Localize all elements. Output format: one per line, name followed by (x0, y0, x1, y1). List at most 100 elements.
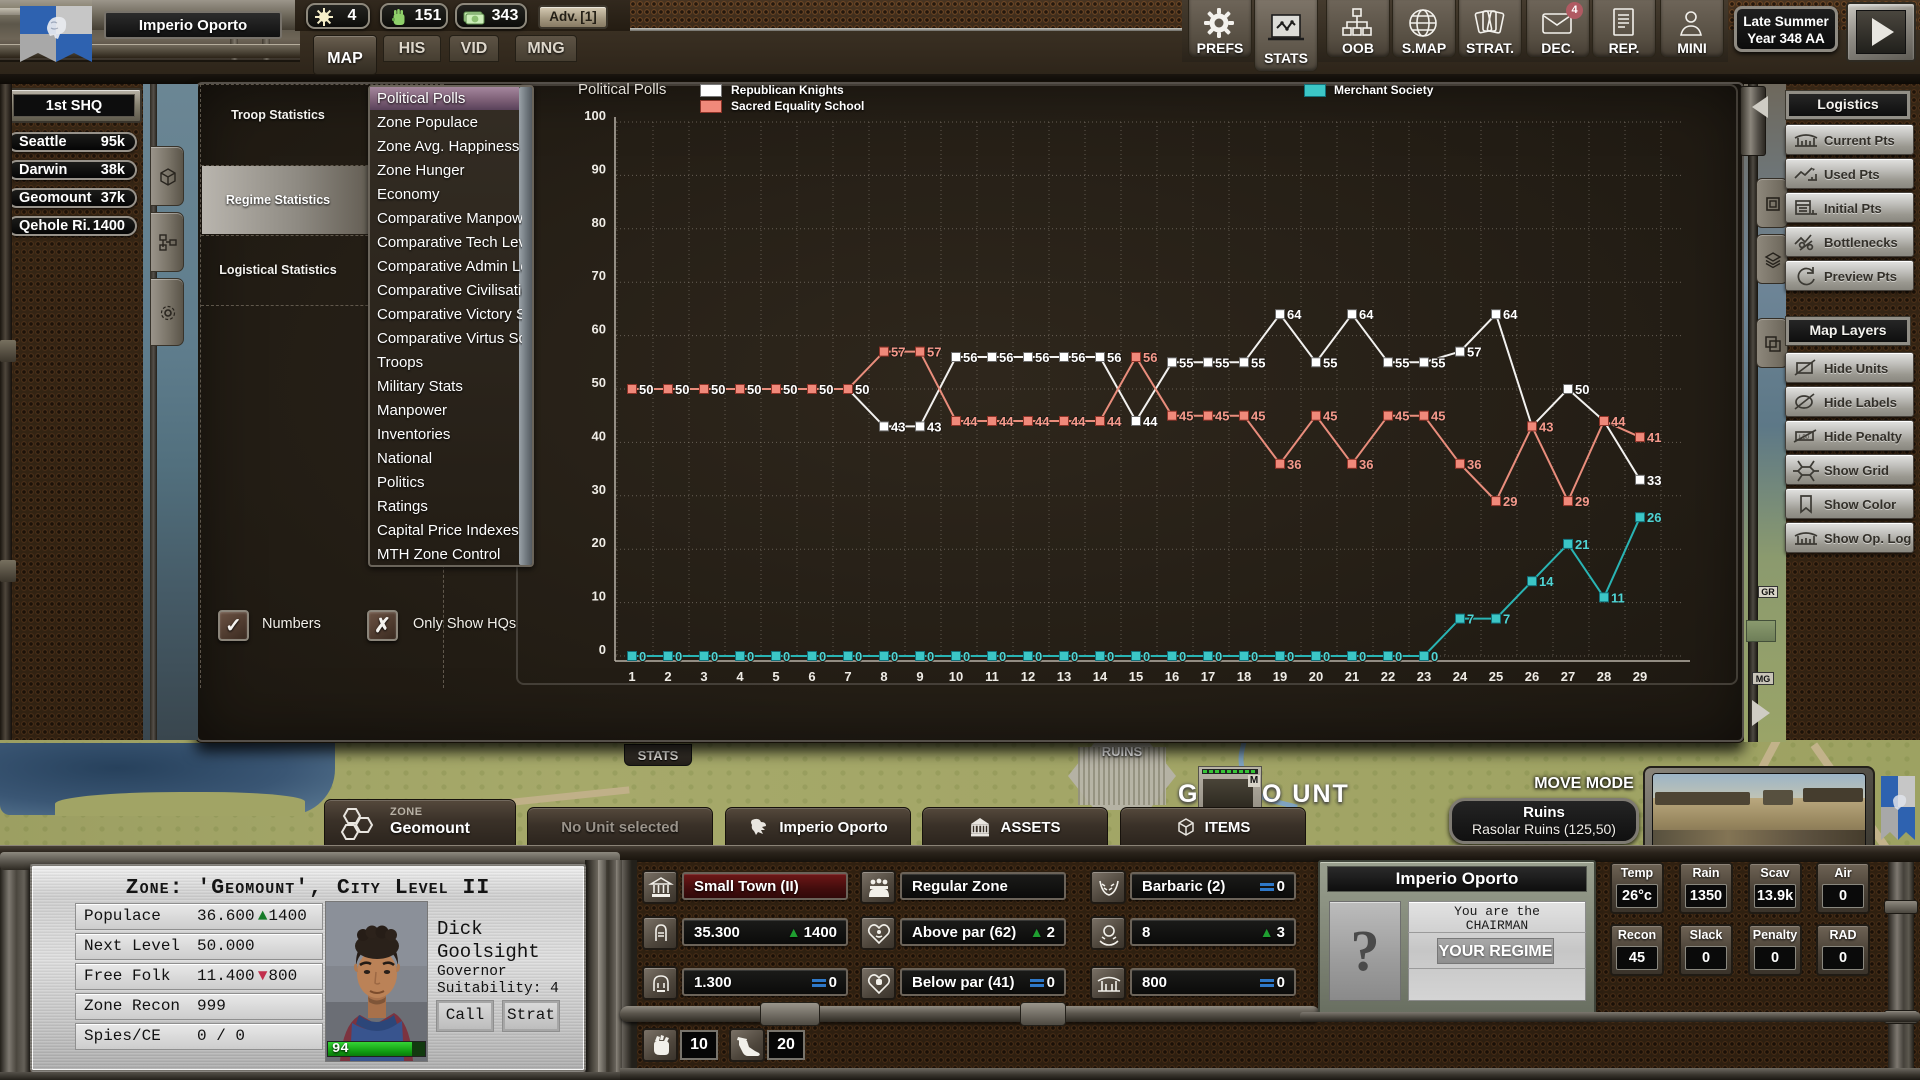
svg-text:20: 20 (1309, 669, 1323, 684)
svg-text:57: 57 (891, 345, 905, 360)
svg-text:43: 43 (1539, 419, 1553, 434)
svg-text:57: 57 (1467, 345, 1481, 360)
svg-text:36: 36 (1359, 457, 1373, 472)
svg-text:0: 0 (747, 649, 754, 664)
svg-text:0: 0 (927, 649, 934, 664)
svg-text:0: 0 (1143, 649, 1150, 664)
svg-text:56: 56 (999, 350, 1013, 365)
svg-text:0: 0 (639, 649, 646, 664)
svg-text:0: 0 (1107, 649, 1114, 664)
svg-text:4: 4 (736, 669, 744, 684)
svg-text:80: 80 (592, 215, 606, 230)
svg-text:56: 56 (1035, 350, 1049, 365)
svg-text:7: 7 (844, 669, 851, 684)
svg-text:0: 0 (1359, 649, 1366, 664)
svg-text:45: 45 (1431, 409, 1445, 424)
svg-text:64: 64 (1359, 307, 1374, 322)
svg-text:0: 0 (1395, 649, 1402, 664)
svg-text:22: 22 (1381, 669, 1395, 684)
svg-text:16: 16 (1165, 669, 1179, 684)
svg-text:9: 9 (916, 669, 923, 684)
svg-text:11: 11 (1611, 590, 1625, 605)
svg-text:44: 44 (999, 414, 1014, 429)
svg-text:56: 56 (1143, 350, 1157, 365)
svg-text:50: 50 (783, 382, 797, 397)
svg-text:0: 0 (1179, 649, 1186, 664)
svg-text:36: 36 (1467, 457, 1481, 472)
svg-text:55: 55 (1395, 355, 1409, 370)
svg-text:44: 44 (1143, 414, 1158, 429)
svg-text:56: 56 (963, 350, 977, 365)
svg-text:64: 64 (1287, 307, 1302, 322)
svg-text:0: 0 (599, 642, 606, 657)
svg-text:8: 8 (880, 669, 887, 684)
svg-text:0: 0 (1251, 649, 1258, 664)
svg-text:0: 0 (1035, 649, 1042, 664)
svg-text:15: 15 (1129, 669, 1143, 684)
svg-text:12: 12 (1021, 669, 1035, 684)
svg-text:19: 19 (1273, 669, 1287, 684)
svg-text:45: 45 (1395, 409, 1409, 424)
svg-text:43: 43 (927, 419, 941, 434)
svg-text:29: 29 (1503, 494, 1517, 509)
svg-text:60: 60 (592, 322, 606, 337)
svg-text:55: 55 (1215, 355, 1229, 370)
svg-text:50: 50 (711, 382, 725, 397)
svg-text:0: 0 (711, 649, 718, 664)
svg-text:0: 0 (1071, 649, 1078, 664)
svg-text:28: 28 (1597, 669, 1611, 684)
svg-text:0: 0 (1431, 649, 1438, 664)
svg-text:20: 20 (592, 535, 606, 550)
svg-text:0: 0 (819, 649, 826, 664)
svg-text:44: 44 (1035, 414, 1050, 429)
svg-text:33: 33 (1647, 473, 1661, 488)
svg-text:3: 3 (700, 669, 707, 684)
svg-text:56: 56 (1071, 350, 1085, 365)
svg-text:14: 14 (1093, 669, 1108, 684)
svg-text:0: 0 (783, 649, 790, 664)
svg-text:0: 0 (891, 649, 898, 664)
svg-text:30: 30 (592, 482, 606, 497)
svg-text:44: 44 (1107, 414, 1122, 429)
svg-text:17: 17 (1201, 669, 1215, 684)
svg-text:50: 50 (747, 382, 761, 397)
svg-text:2: 2 (664, 669, 671, 684)
svg-text:36: 36 (1287, 457, 1301, 472)
svg-text:50: 50 (639, 382, 653, 397)
svg-text:57: 57 (927, 345, 941, 360)
svg-text:26: 26 (1647, 510, 1661, 525)
svg-text:45: 45 (1179, 409, 1193, 424)
svg-text:0: 0 (855, 649, 862, 664)
svg-text:0: 0 (675, 649, 682, 664)
svg-text:50: 50 (1575, 382, 1589, 397)
svg-text:25: 25 (1489, 669, 1503, 684)
svg-text:13: 13 (1057, 669, 1071, 684)
svg-text:1: 1 (628, 669, 635, 684)
svg-text:11: 11 (985, 669, 999, 684)
svg-text:0: 0 (999, 649, 1006, 664)
svg-text:18: 18 (1237, 669, 1251, 684)
svg-text:24: 24 (1453, 669, 1468, 684)
svg-text:50: 50 (819, 382, 833, 397)
svg-text:55: 55 (1323, 355, 1337, 370)
svg-text:0: 0 (1323, 649, 1330, 664)
svg-text:27: 27 (1561, 669, 1575, 684)
svg-text:0: 0 (1287, 649, 1294, 664)
svg-text:50: 50 (675, 382, 689, 397)
svg-text:21: 21 (1575, 537, 1589, 552)
svg-text:50: 50 (855, 382, 869, 397)
svg-text:44: 44 (1611, 414, 1626, 429)
svg-text:70: 70 (592, 268, 606, 283)
svg-text:5: 5 (772, 669, 779, 684)
svg-text:21: 21 (1345, 669, 1359, 684)
svg-text:55: 55 (1251, 355, 1265, 370)
svg-text:40: 40 (592, 428, 606, 443)
svg-text:41: 41 (1647, 430, 1661, 445)
svg-text:7: 7 (1503, 612, 1510, 627)
svg-text:14: 14 (1539, 574, 1554, 589)
svg-text:100: 100 (584, 108, 606, 123)
svg-text:10: 10 (592, 589, 606, 604)
svg-text:26: 26 (1525, 669, 1539, 684)
svg-text:45: 45 (1215, 409, 1229, 424)
svg-text:56: 56 (1107, 350, 1121, 365)
